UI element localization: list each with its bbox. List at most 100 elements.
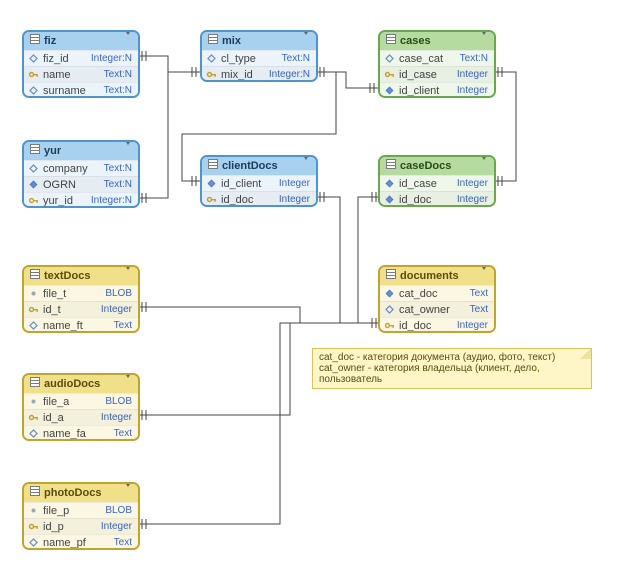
field-row[interactable]: name_ft Text (24, 317, 138, 333)
field-type: Text (470, 304, 488, 315)
key-icon (384, 320, 395, 331)
entity-header[interactable]: caseDocs (380, 157, 494, 175)
collapse-icon[interactable] (124, 270, 132, 282)
field-row[interactable]: cat_owner Text (380, 301, 494, 317)
collapse-icon[interactable] (124, 378, 132, 390)
collapse-icon[interactable] (124, 35, 132, 47)
field-row[interactable]: mix_idInteger:N (202, 66, 316, 82)
field-name: id_doc (399, 320, 451, 332)
table-icon (30, 144, 40, 157)
collapse-icon[interactable] (480, 35, 488, 47)
note-line: cat_doc - категория документа (аудио, фо… (319, 352, 585, 363)
field-row[interactable]: id_docInteger (202, 191, 316, 207)
entity-mix[interactable]: mixcl_typeText:Nmix_idInteger:N (200, 30, 318, 82)
field-name: name_ft (43, 320, 108, 332)
field-row[interactable]: file_pBLOB (24, 502, 138, 518)
collapse-icon[interactable] (302, 160, 310, 172)
field-row[interactable]: id_case Integer (380, 175, 494, 191)
diamond-icon (384, 288, 395, 299)
note-line: cat_owner - категория владельца (клиент,… (319, 363, 585, 385)
key-icon (28, 195, 39, 206)
field-name: id_doc (221, 194, 273, 206)
field-type: Integer (457, 69, 488, 80)
entity-header[interactable]: mix (202, 32, 316, 50)
entity-documents[interactable]: documentscat_docText cat_owner Text id_docI… (378, 265, 496, 333)
diamond-icon (206, 178, 217, 189)
field-type: BLOB (105, 396, 132, 407)
collapse-icon[interactable] (480, 270, 488, 282)
field-name: name (43, 69, 98, 81)
field-row[interactable]: id_pInteger (24, 518, 138, 534)
field-row[interactable]: file_a BLOB (24, 393, 138, 409)
field-row[interactable]: surnameText:N (24, 82, 138, 98)
diamond-icon (384, 53, 395, 64)
field-row[interactable]: name_pfText (24, 534, 138, 550)
entity-header[interactable]: photoDocs (24, 484, 138, 502)
field-name: id_case (399, 178, 451, 190)
field-row[interactable]: yur_idInteger:N (24, 192, 138, 208)
entity-textDocs[interactable]: textDocsfile_tBLOBid_tInteger name_ft Text (22, 265, 140, 333)
field-row[interactable]: id_docInteger (380, 317, 494, 333)
entity-title: fiz (44, 35, 124, 47)
field-row[interactable]: fiz_idInteger:N (24, 50, 138, 66)
field-type: Integer:N (91, 53, 132, 64)
entity-header[interactable]: yur (24, 142, 138, 160)
key-icon (28, 69, 39, 80)
collapse-icon[interactable] (302, 35, 310, 47)
entity-header[interactable]: clientDocs (202, 157, 316, 175)
field-type: Integer:N (269, 69, 310, 80)
field-row[interactable]: cat_docText (380, 285, 494, 301)
field-name: id_p (43, 521, 95, 533)
field-type: Integer:N (91, 195, 132, 206)
field-name: id_t (43, 304, 95, 316)
field-type: Integer (279, 178, 310, 189)
collapse-icon[interactable] (124, 487, 132, 499)
entity-photoDocs[interactable]: photoDocsfile_pBLOBid_pIntegername_pfTex… (22, 482, 140, 550)
table-icon (30, 34, 40, 47)
entity-clientDocs[interactable]: clientDocsid_clientIntegerid_docInteger (200, 155, 318, 207)
diamond-icon (384, 85, 395, 96)
field-row[interactable]: case_catText:N (380, 50, 494, 66)
entity-header[interactable]: documents (380, 267, 494, 285)
entity-header[interactable]: textDocs (24, 267, 138, 285)
field-name: cat_owner (399, 304, 464, 316)
dot-icon (28, 505, 39, 516)
field-type: Integer (101, 412, 132, 423)
field-type: Integer (457, 178, 488, 189)
field-row[interactable]: id_caseInteger (380, 66, 494, 82)
field-row[interactable]: file_tBLOB (24, 285, 138, 301)
annotation-note: cat_doc - категория документа (аудио, фо… (312, 348, 592, 389)
field-type: Text:N (104, 85, 132, 96)
entity-fiz[interactable]: fizfiz_idInteger:NnameText:NsurnameText:… (22, 30, 140, 98)
field-row[interactable]: cl_typeText:N (202, 50, 316, 66)
field-type: Text (114, 320, 132, 331)
entity-header[interactable]: audioDocs (24, 375, 138, 393)
field-row[interactable]: companyText:N (24, 160, 138, 176)
table-icon (386, 34, 396, 47)
field-name: id_doc (399, 194, 451, 206)
entity-cases[interactable]: casescase_catText:Nid_caseIntegerid_clie… (378, 30, 496, 98)
field-row[interactable]: nameText:N (24, 66, 138, 82)
entity-yur[interactable]: yurcompanyText:NOGRNText:Nyur_idInteger:… (22, 140, 140, 208)
field-row[interactable]: name_faText (24, 425, 138, 441)
field-row[interactable]: id_doc Integer (380, 191, 494, 207)
collapse-icon[interactable] (124, 145, 132, 157)
field-row[interactable]: id_tInteger (24, 301, 138, 317)
entity-header[interactable]: fiz (24, 32, 138, 50)
entity-header[interactable]: cases (380, 32, 494, 50)
field-row[interactable]: id_clientInteger (202, 175, 316, 191)
field-type: Text:N (104, 163, 132, 174)
entity-caseDocs[interactable]: caseDocs id_case Integer id_doc Integer (378, 155, 496, 207)
field-row[interactable]: OGRNText:N (24, 176, 138, 192)
field-type: Integer (457, 194, 488, 205)
diamond-icon (28, 53, 39, 64)
diamond-icon (28, 85, 39, 96)
field-row[interactable]: id_aInteger (24, 409, 138, 425)
key-icon (28, 521, 39, 532)
field-name: file_a (43, 396, 99, 408)
diamond-icon (384, 194, 395, 205)
entity-audioDocs[interactable]: audioDocs file_a BLOB id_aIntegername_faTex… (22, 373, 140, 441)
field-row[interactable]: id_clientInteger (380, 82, 494, 98)
collapse-icon[interactable] (480, 160, 488, 172)
field-type: BLOB (105, 505, 132, 516)
